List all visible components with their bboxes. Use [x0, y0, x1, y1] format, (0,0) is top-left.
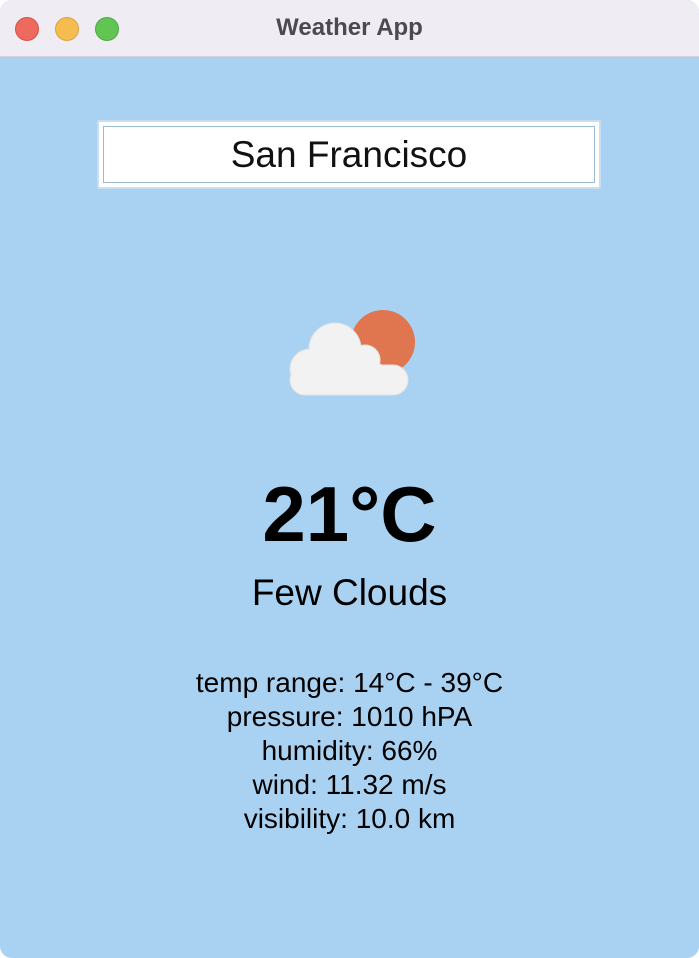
humidity-text: humidity: 66% — [261, 735, 438, 766]
temperature-value: 21°C — [262, 470, 437, 558]
pressure-text: pressure: 1010 hPA — [226, 701, 473, 732]
few-clouds-icon — [289, 310, 415, 396]
visibility-text: visibility: 10.0 km — [243, 803, 456, 834]
temp-range-text: temp range: 14°C - 39°C — [195, 667, 504, 698]
city-search-container — [97, 120, 601, 189]
wind-text: wind: 11.32 m/s — [252, 769, 447, 800]
app-window: Weather App 21°C Few Clouds — [0, 0, 699, 958]
main-content: 21°C Few Clouds temp range: 14°C - 39°C … — [0, 57, 699, 958]
window-title: Weather App — [276, 14, 423, 41]
city-search-input[interactable] — [103, 126, 595, 183]
title-bar: Weather App — [0, 0, 699, 57]
weather-condition: Few Clouds — [251, 572, 448, 613]
weather-details: temp range: 14°C - 39°C pressure: 1010 h… — [0, 666, 699, 836]
